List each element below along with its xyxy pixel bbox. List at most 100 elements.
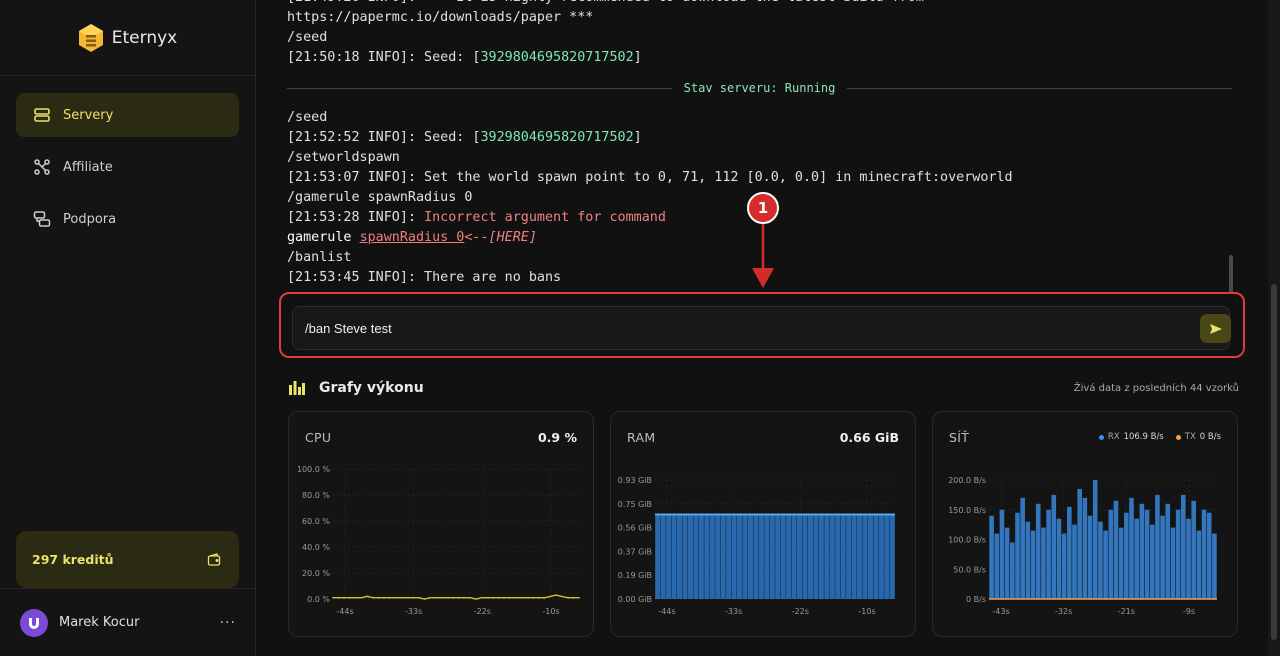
cpu-point (343, 596, 346, 599)
server-icon (34, 108, 50, 122)
cpu-point (440, 596, 443, 599)
support-icon (33, 211, 51, 227)
cpu-point (458, 596, 460, 599)
performance-header: Grafy výkonu Živá data z posledních 44 v… (289, 376, 1239, 400)
avatar[interactable] (20, 608, 48, 637)
console-scrollbar[interactable] (1228, 0, 1234, 300)
error-marker: <--[HERE] (464, 230, 537, 245)
cpu-y-tick: 80.0 % (302, 491, 330, 500)
ram-bar (720, 514, 726, 599)
send-icon (1209, 323, 1222, 334)
command-input[interactable] (292, 306, 1230, 350)
ram-y-tick: 0.93 GiB (618, 476, 652, 485)
affiliate-icon (34, 159, 50, 175)
cpu-point (429, 596, 432, 599)
net-rx-bar (1098, 521, 1103, 599)
net-rx-bar (1061, 533, 1067, 599)
ram-bar (731, 514, 737, 599)
cpu-point (566, 596, 569, 599)
brand-name: Eternyx (111, 27, 178, 48)
net-y-tick: 0 B/s (966, 595, 986, 604)
cpu-point (355, 596, 357, 599)
ram-bar (775, 514, 781, 599)
net-rx-bar (1134, 518, 1139, 599)
ram-bar (780, 514, 786, 599)
ram-bar (758, 514, 764, 599)
net-rx-bar (1206, 512, 1212, 599)
user-panel[interactable]: Marek Kocur ··· (0, 588, 256, 656)
net-rx-bar (1139, 503, 1145, 599)
cpu-point (332, 596, 334, 599)
net-rx-bar (1170, 527, 1176, 599)
performance-subtitle: Živá data z posledních 44 vzorků (1073, 382, 1239, 394)
cpu-point (543, 596, 546, 599)
credits-panel[interactable]: 297 kreditů (16, 531, 239, 588)
annotation-highlight-frame (279, 292, 1245, 358)
net-rx-bar (1196, 530, 1202, 599)
sidebar-item-servery[interactable]: Servery (16, 93, 239, 137)
ram-bar (687, 514, 693, 599)
console-line: https://papermc.io/downloads/paper *** (287, 10, 594, 25)
ram-bar (704, 514, 710, 599)
divider-right (847, 87, 1232, 89)
more-menu-icon[interactable]: ··· (220, 615, 236, 631)
page-scrollbar[interactable] (1268, 0, 1280, 656)
cpu-point (395, 596, 397, 599)
ram-bar (878, 514, 884, 599)
ram-x-tick: -44s (658, 607, 675, 616)
net-rx-bar (1186, 518, 1191, 599)
net-rx-bar (1160, 515, 1165, 599)
cpu-point (463, 596, 466, 599)
ram-bar (824, 514, 830, 599)
net-rx-bar (1020, 497, 1025, 599)
net-y-tick: 150.0 B/s (948, 506, 986, 515)
cpu-point (349, 596, 351, 599)
net-rx-bar (1212, 533, 1217, 599)
net-rx-bar (999, 509, 1005, 599)
cpu-point (480, 596, 483, 599)
ram-x-tick: -22s (792, 607, 809, 616)
cpu-y-tick: 100.0 % (297, 465, 330, 474)
sidebar-item-affiliate[interactable]: Affiliate (16, 145, 239, 189)
ram-bar (764, 514, 770, 599)
server-status: Stav serveru: Running (683, 81, 836, 95)
net-rx-bar (1181, 494, 1186, 599)
ram-bar (818, 514, 824, 599)
brand[interactable]: Eternyx (0, 0, 255, 76)
sidebar-item-label: Servery (63, 107, 114, 123)
network-card: SÍŤ RX 106.9 B/s TX 0 B/s 200.0 B/s 150.0… (932, 411, 1238, 637)
net-rx-bar (1082, 497, 1088, 599)
ram-bar (698, 514, 704, 599)
cpu-x-tick: -10s (542, 607, 559, 616)
ram-bar (835, 514, 841, 599)
ram-bar (840, 514, 846, 599)
ram-y-tick: 0.56 GiB (618, 524, 652, 533)
net-rx-bar (1149, 524, 1155, 599)
send-button[interactable] (1200, 314, 1231, 343)
net-rx-bar (1025, 521, 1031, 599)
net-rx-bar (1103, 530, 1108, 599)
console-scroll-thumb[interactable] (1229, 255, 1233, 293)
net-rx-bar (1004, 527, 1010, 599)
divider-left (287, 87, 672, 89)
net-rx-bar (1191, 500, 1196, 599)
net-x-tick: -21s (1118, 607, 1135, 616)
sidebar-item-podpora[interactable]: Podpora (16, 197, 239, 241)
net-rx-bar (1129, 497, 1134, 599)
console-text: ] (633, 50, 642, 65)
net-rx-bar (1077, 488, 1082, 599)
ram-bar (862, 514, 868, 599)
ram-bar (889, 514, 895, 599)
error-message: Incorrect argument for command (424, 210, 666, 225)
cpu-chart: 100.0 % 80.0 % 60.0 % 40.0 % 20.0 % 0.0 % -44s… (297, 465, 580, 616)
cpu-point (446, 596, 449, 599)
net-rx-bar (1010, 542, 1015, 599)
page-scroll-thumb[interactable] (1271, 284, 1277, 640)
ram-bar (857, 514, 863, 599)
net-rx-bar (1046, 509, 1051, 599)
net-x-tick: -32s (1055, 607, 1072, 616)
net-y-tick: 50.0 B/s (953, 565, 986, 574)
ram-bar (682, 514, 688, 599)
sidebar-item-label: Affiliate (63, 159, 113, 175)
net-rx-bar (1041, 527, 1046, 599)
